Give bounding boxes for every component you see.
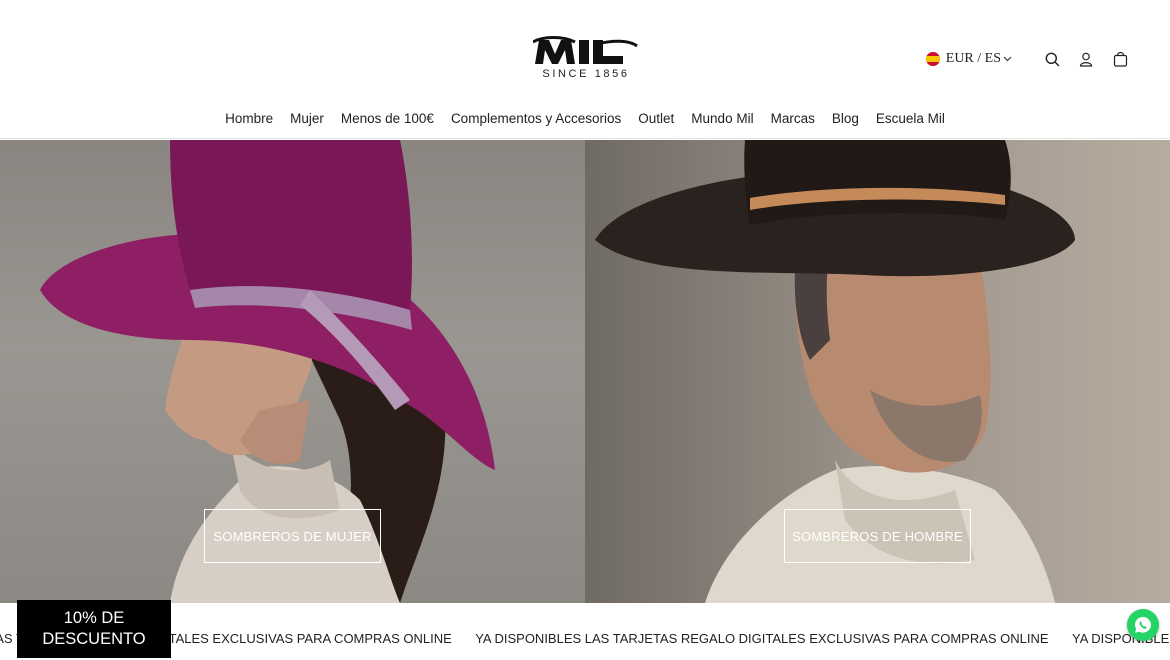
men-hats-button[interactable]: SOMBREROS DE HOMBRE (784, 509, 971, 563)
currency-selector[interactable]: EUR / ES (946, 51, 1001, 67)
nav-item-escuela-mil[interactable]: Escuela Mil (876, 111, 945, 126)
nav-item-blog[interactable]: Blog (832, 111, 859, 126)
whatsapp-icon[interactable] (1127, 609, 1159, 641)
nav-item-outlet[interactable]: Outlet (638, 111, 674, 126)
mil-logo-mark (533, 36, 638, 64)
ticker-message: YA DISPONIBLES LAS TARJETAS REGALO DIGIT… (475, 631, 1049, 646)
search-icon[interactable] (1042, 49, 1062, 69)
discount-popup-button[interactable]: 10% DE DESCUENTO (17, 600, 171, 658)
nav-item-mujer[interactable]: Mujer (290, 111, 324, 126)
men-hats-panel[interactable]: SOMBREROS DE HOMBRE (585, 140, 1170, 603)
user-icon[interactable] (1076, 49, 1096, 69)
ticker-track: LAS TARJETAS REGALO DIGITALES EXCLUSIVAS… (0, 631, 1170, 646)
spain-flag-icon[interactable] (925, 52, 940, 66)
discount-line-2: DESCUENTO (42, 630, 146, 648)
announcement-ticker: LAS TARJETAS REGALO DIGITALES EXCLUSIVAS… (0, 603, 1170, 660)
brand-tagline: SINCE 1856 (542, 68, 630, 80)
site-header: SINCE 1856 EUR / ES Hombre Mujer Menos d… (0, 0, 1170, 139)
discount-line-1: 10% DE (63, 609, 125, 627)
nav-item-complementos[interactable]: Complementos y Accesorios (451, 111, 621, 126)
chevron-down-icon[interactable] (1003, 56, 1012, 62)
header-tools: EUR / ES (925, 48, 1130, 70)
main-nav: Hombre Mujer Menos de 100€ Complementos … (0, 111, 1170, 126)
nav-item-menos-de-100[interactable]: Menos de 100€ (341, 111, 434, 126)
women-hats-panel[interactable]: SOMBREROS DE MUJER (0, 140, 585, 603)
nav-item-hombre[interactable]: Hombre (225, 111, 273, 126)
nav-item-mundo-mil[interactable]: Mundo Mil (691, 111, 753, 126)
women-hats-button[interactable]: SOMBREROS DE MUJER (204, 509, 381, 563)
bag-icon[interactable] (1110, 49, 1130, 69)
hero-banner: SOMBREROS DE MUJER SOMBREROS DE HOMBRE (0, 140, 1170, 603)
nav-item-marcas[interactable]: Marcas (771, 111, 815, 126)
brand-logo[interactable]: SINCE 1856 (533, 34, 639, 80)
